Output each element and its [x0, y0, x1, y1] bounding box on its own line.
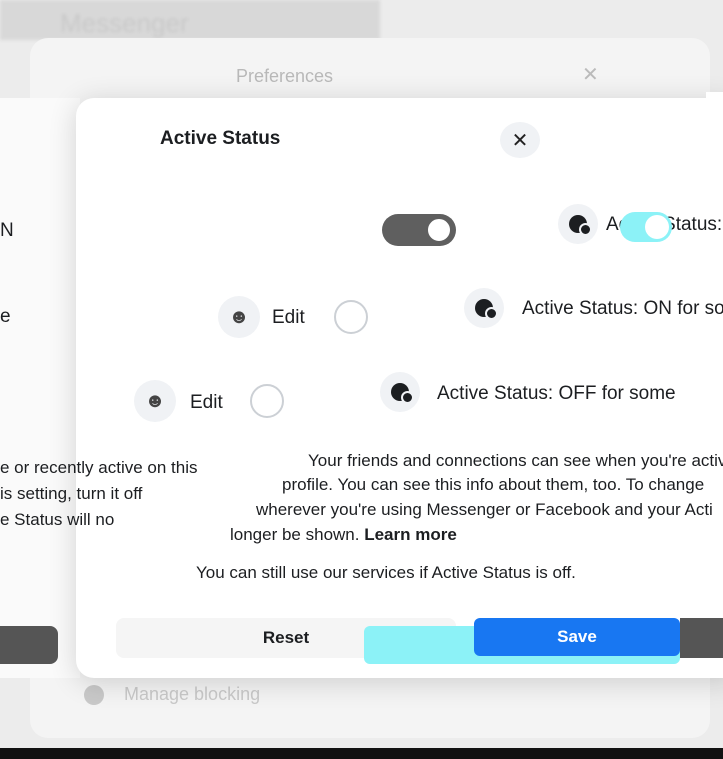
active-status-toggle[interactable]: [620, 212, 672, 242]
right-button-ghost: [680, 618, 723, 658]
row-on-some-left-fragment: e: [0, 306, 11, 327]
active-status-dot-icon: [391, 383, 414, 404]
active-status-off-some-icon: [380, 372, 420, 412]
description-left-line-1: e or recently active on this: [0, 458, 198, 477]
dialog-left-edge: [0, 98, 80, 678]
dialog-title: Active Status: [160, 128, 281, 149]
background-app-title: Messenger: [0, 0, 380, 40]
description-note: You can still use our services if Active…: [196, 563, 576, 582]
description-left-line-2: is setting, turn it off: [0, 484, 143, 503]
background-manage-blocking-row: Manage blocking: [84, 684, 260, 705]
left-button-ghost: [0, 626, 58, 664]
row-on-some-label: Active Status: ON for some: [522, 298, 723, 319]
background-preferences-title: Preferences: [236, 66, 334, 86]
description-line-4: longer be shown. Learn more: [230, 522, 457, 548]
description-left-line-3: e Status will no: [0, 510, 115, 529]
edit-off-some-label[interactable]: Edit: [190, 392, 223, 414]
learn-more-link[interactable]: Learn more: [364, 525, 457, 544]
off-some-radio[interactable]: [250, 384, 284, 418]
close-button[interactable]: ✕: [500, 122, 540, 158]
description-line-3: wherever you're using Messenger or Faceb…: [256, 500, 713, 519]
close-icon: ✕: [511, 129, 529, 152]
row-on-left-fragment: N: [0, 220, 14, 241]
active-status-dot-icon: [475, 299, 498, 320]
active-status-dot-icon: [569, 215, 592, 236]
people-icon: ☻: [218, 296, 260, 338]
block-icon: [84, 684, 104, 705]
on-some-radio[interactable]: [334, 300, 368, 334]
people-icon: ☻: [134, 380, 176, 422]
description-line-1: Your friends and connections can see whe…: [308, 451, 723, 470]
toggle-knob: [645, 215, 669, 239]
edit-on-some-label[interactable]: Edit: [272, 307, 305, 329]
active-status-icon: [558, 204, 598, 244]
description-last-line: longer be shown.: [230, 525, 360, 544]
toggle-knob: [426, 217, 452, 243]
description-line-2: profile. You can see this info about the…: [282, 475, 705, 494]
active-status-on-some-icon: [464, 288, 504, 328]
active-status-toggle-ghost[interactable]: [382, 214, 456, 246]
dialog-right-edge: [706, 92, 723, 612]
bottom-strip: [0, 748, 723, 759]
row-off-some-label: Active Status: OFF for some: [437, 383, 676, 404]
save-button[interactable]: Save: [474, 618, 680, 656]
manage-blocking-label: Manage blocking: [124, 684, 261, 704]
background-close-icon: ✕: [582, 64, 599, 86]
